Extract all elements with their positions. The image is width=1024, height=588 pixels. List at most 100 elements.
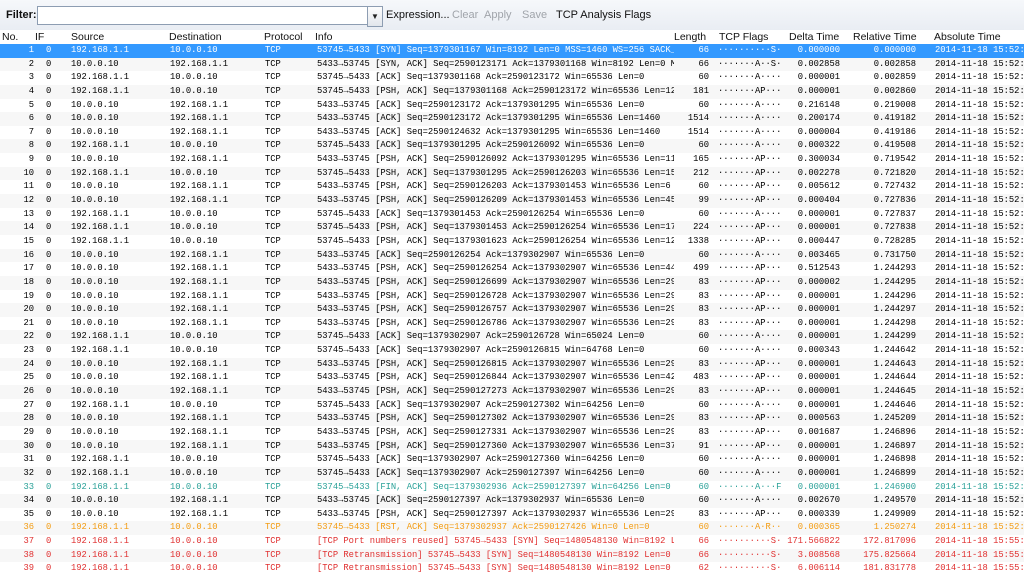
packet-row[interactable]: 30 0 10.0.0.10 192.168.1.1 TCP 5433→53745 [PS… [0,439,1024,454]
packet-row[interactable]: 28 0 10.0.0.10 192.168.1.1 TCP 5433→53745 [PS… [0,412,1024,426]
packet-row[interactable]: 5 0 10.0.0.10 192.168.1.1 TCP 5433→53745 [ACK… [0,99,1024,113]
packet-cell-no: 34 [23,495,34,506]
packet-cell-info: 53745→5433 [ACK] Seq=1379302907 Ack=2590… [317,454,645,465]
packet-row[interactable]: 32 0 192.168.1.1 10.0.0.10 TCP 53745→5433 [AC… [0,466,1024,481]
packet-row[interactable]: 36 0 192.168.1.1 10.0.0.10 TCP 53745→5433 [RS… [0,521,1024,536]
packet-cell-no: 4 [28,85,34,96]
column-header-tcp-flags[interactable]: TCP Flags [719,31,768,43]
packet-row[interactable]: 12 0 10.0.0.10 192.168.1.1 TCP 5433→53745 [PS… [0,194,1024,208]
filter-input[interactable] [37,6,375,25]
packet-cell-info: 5433→53745 [ACK] Seq=2590123172 Ack=1379… [317,113,661,124]
packet-row[interactable]: 8 0 192.168.1.1 10.0.0.10 TCP 53745→5433 [ACK… [0,139,1024,154]
column-header-if[interactable]: IF [35,31,44,43]
packet-row[interactable]: 35 0 10.0.0.10 192.168.1.1 TCP 5433→53745 [PS… [0,508,1024,522]
packet-row[interactable]: 33 0 192.168.1.1 10.0.0.10 TCP 53745→5433 [FI… [0,481,1024,495]
packet-cell-no: 12 [23,195,34,206]
packet-cell-no: 3 [28,72,34,83]
packet-row[interactable]: 15 0 192.168.1.1 10.0.0.10 TCP 53745→5433 [PS… [0,235,1024,249]
packet-row[interactable]: 18 0 10.0.0.10 192.168.1.1 TCP 5433→53745 [PS… [0,275,1024,290]
packet-row[interactable]: 26 0 10.0.0.10 192.168.1.1 TCP 5433→53745 [PS… [0,385,1024,399]
column-header-absolute-time[interactable]: Absolute Time [934,31,1001,43]
column-header-delta-time[interactable]: Delta Time [789,31,839,43]
packet-cell-info: 5433→53745 [SYN, ACK] Seq=2590123171 Ack… [317,58,674,69]
packet-row[interactable]: 14 0 192.168.1.1 10.0.0.10 TCP 53745→5433 [PS… [0,221,1024,235]
packet-row[interactable]: 20 0 10.0.0.10 192.168.1.1 TCP 5433→53745 [PS… [0,303,1024,317]
column-header-destination[interactable]: Destination [169,31,222,43]
column-header-relative-time[interactable]: Relative Time [853,31,917,43]
packet-cell-len: 66 [698,58,709,69]
packet-row[interactable]: 13 0 192.168.1.1 10.0.0.10 TCP 53745→5433 [AC… [0,208,1024,222]
packet-cell-proto: TCP [265,195,281,206]
packet-cell-no: 10 [23,167,34,178]
packet-cell-delta: 0.000343 [797,345,840,356]
packet-cell-delta: 0.000447 [797,235,840,246]
packet-row[interactable]: 1 0 192.168.1.1 10.0.0.10 TCP 53745→5433 [SYN… [0,44,1024,58]
packet-cell-src: 192.168.1.1 [71,563,130,574]
packet-row[interactable]: 29 0 10.0.0.10 192.168.1.1 TCP 5433→53745 [PS… [0,426,1024,440]
packet-cell-if: 0 [46,222,52,233]
packet-cell-flags: ·······A···· [718,113,782,124]
packet-row[interactable]: 2 0 10.0.0.10 192.168.1.1 TCP 5433→53745 [SYN… [0,57,1024,72]
packet-row[interactable]: 34 0 10.0.0.10 192.168.1.1 TCP 5433→53745 [AC… [0,494,1024,508]
expression-button[interactable]: Expression... [386,9,450,21]
packet-row[interactable]: 7 0 10.0.0.10 192.168.1.1 TCP 5433→53745 [ACK… [0,126,1024,140]
column-header-protocol[interactable]: Protocol [264,31,303,43]
packet-row[interactable]: 19 0 10.0.0.10 192.168.1.1 TCP 5433→53745 [PS… [0,290,1024,304]
packet-row[interactable]: 21 0 10.0.0.10 192.168.1.1 TCP 5433→53745 [PS… [0,317,1024,331]
packet-cell-rel: 181.831778 [863,563,916,574]
packet-cell-proto: TCP [265,536,281,547]
packet-row[interactable]: 31 0 192.168.1.1 10.0.0.10 TCP 53745→5433 [AC… [0,453,1024,467]
packet-cell-flags: ·······AP··· [718,413,782,424]
packet-row[interactable]: 24 0 10.0.0.10 192.168.1.1 TCP 5433→53745 [PS… [0,357,1024,372]
packet-row[interactable]: 27 0 192.168.1.1 10.0.0.10 TCP 53745→5433 [AC… [0,399,1024,413]
packet-cell-len: 60 [698,331,709,342]
tcp-analysis-flags-button[interactable]: TCP Analysis Flags [556,9,651,21]
packet-row[interactable]: 25 0 10.0.0.10 192.168.1.1 TCP 5433→53745 [PS… [0,371,1024,385]
packet-cell-rel: 0.219008 [873,99,916,110]
save-button[interactable]: Save [522,9,547,21]
packet-cell-delta: 3.008568 [797,549,840,560]
packet-row[interactable]: 10 0 192.168.1.1 10.0.0.10 TCP 53745→5433 [PS… [0,166,1024,181]
packet-cell-rel: 0.727836 [873,195,916,206]
packet-row[interactable]: 9 0 10.0.0.10 192.168.1.1 TCP 5433→53745 [PSH… [0,153,1024,167]
packet-row[interactable]: 23 0 192.168.1.1 10.0.0.10 TCP 53745→5433 [AC… [0,344,1024,358]
filter-dropdown-button[interactable]: ▼ [367,6,383,27]
column-header-info[interactable]: Info [315,31,333,43]
packet-cell-if: 0 [46,481,52,492]
packet-row[interactable]: 16 0 10.0.0.10 192.168.1.1 TCP 5433→53745 [AC… [0,248,1024,263]
packet-cell-src: 10.0.0.10 [71,99,119,110]
packet-row[interactable]: 22 0 192.168.1.1 10.0.0.10 TCP 53745→5433 [AC… [0,330,1024,345]
packet-cell-len: 1514 [687,113,709,124]
packet-row[interactable]: 39 0 192.168.1.1 10.0.0.10 TCP [TCP Retransmi… [0,562,1024,576]
packet-cell-src: 192.168.1.1 [71,72,130,83]
packet-cell-abs: 2014-11-18 15:52: [935,85,1024,96]
packet-cell-rel: 175.825664 [863,549,916,560]
clear-button[interactable]: Clear [452,9,478,21]
packet-cell-dst: 192.168.1.1 [170,113,229,124]
packet-cell-src: 192.168.1.1 [71,331,130,342]
packet-cell-rel: 1.244295 [873,276,916,287]
packet-cell-src: 10.0.0.10 [71,58,119,69]
column-header-length[interactable]: Length [674,31,706,43]
packet-cell-rel: 0.719542 [873,154,916,165]
packet-row[interactable]: 17 0 10.0.0.10 192.168.1.1 TCP 5433→53745 [PS… [0,262,1024,276]
apply-button[interactable]: Apply [484,9,512,21]
packet-row[interactable]: 6 0 10.0.0.10 192.168.1.1 TCP 5433→53745 [ACK… [0,112,1024,126]
packet-row[interactable]: 37 0 192.168.1.1 10.0.0.10 TCP [TCP Port numb… [0,535,1024,549]
column-header-no[interactable]: No. [2,31,18,43]
packet-cell-abs: 2014-11-18 15:52: [935,481,1024,492]
packet-cell-flags: ·······A·R·· [718,522,782,533]
packet-cell-info: 5433→53745 [PSH, ACK] Seq=2590126844 Ack… [317,372,674,383]
packet-row[interactable]: 4 0 192.168.1.1 10.0.0.10 TCP 53745→5433 [PSH… [0,84,1024,99]
packet-row[interactable]: 38 0 192.168.1.1 10.0.0.10 TCP [TCP Retransmi… [0,548,1024,563]
packet-cell-delta: 0.000000 [797,45,840,55]
packet-cell-if: 0 [46,99,52,110]
column-header-source[interactable]: Source [71,31,104,43]
packet-cell-no: 24 [23,358,34,369]
packet-cell-len: 60 [698,72,709,83]
packet-cell-no: 18 [23,276,34,287]
packet-cell-abs: 2014-11-18 15:55: [935,536,1024,547]
packet-row[interactable]: 11 0 10.0.0.10 192.168.1.1 TCP 5433→53745 [PS… [0,180,1024,194]
packet-cell-no: 1 [28,45,34,55]
packet-row[interactable]: 3 0 192.168.1.1 10.0.0.10 TCP 53745→5433 [ACK… [0,71,1024,85]
